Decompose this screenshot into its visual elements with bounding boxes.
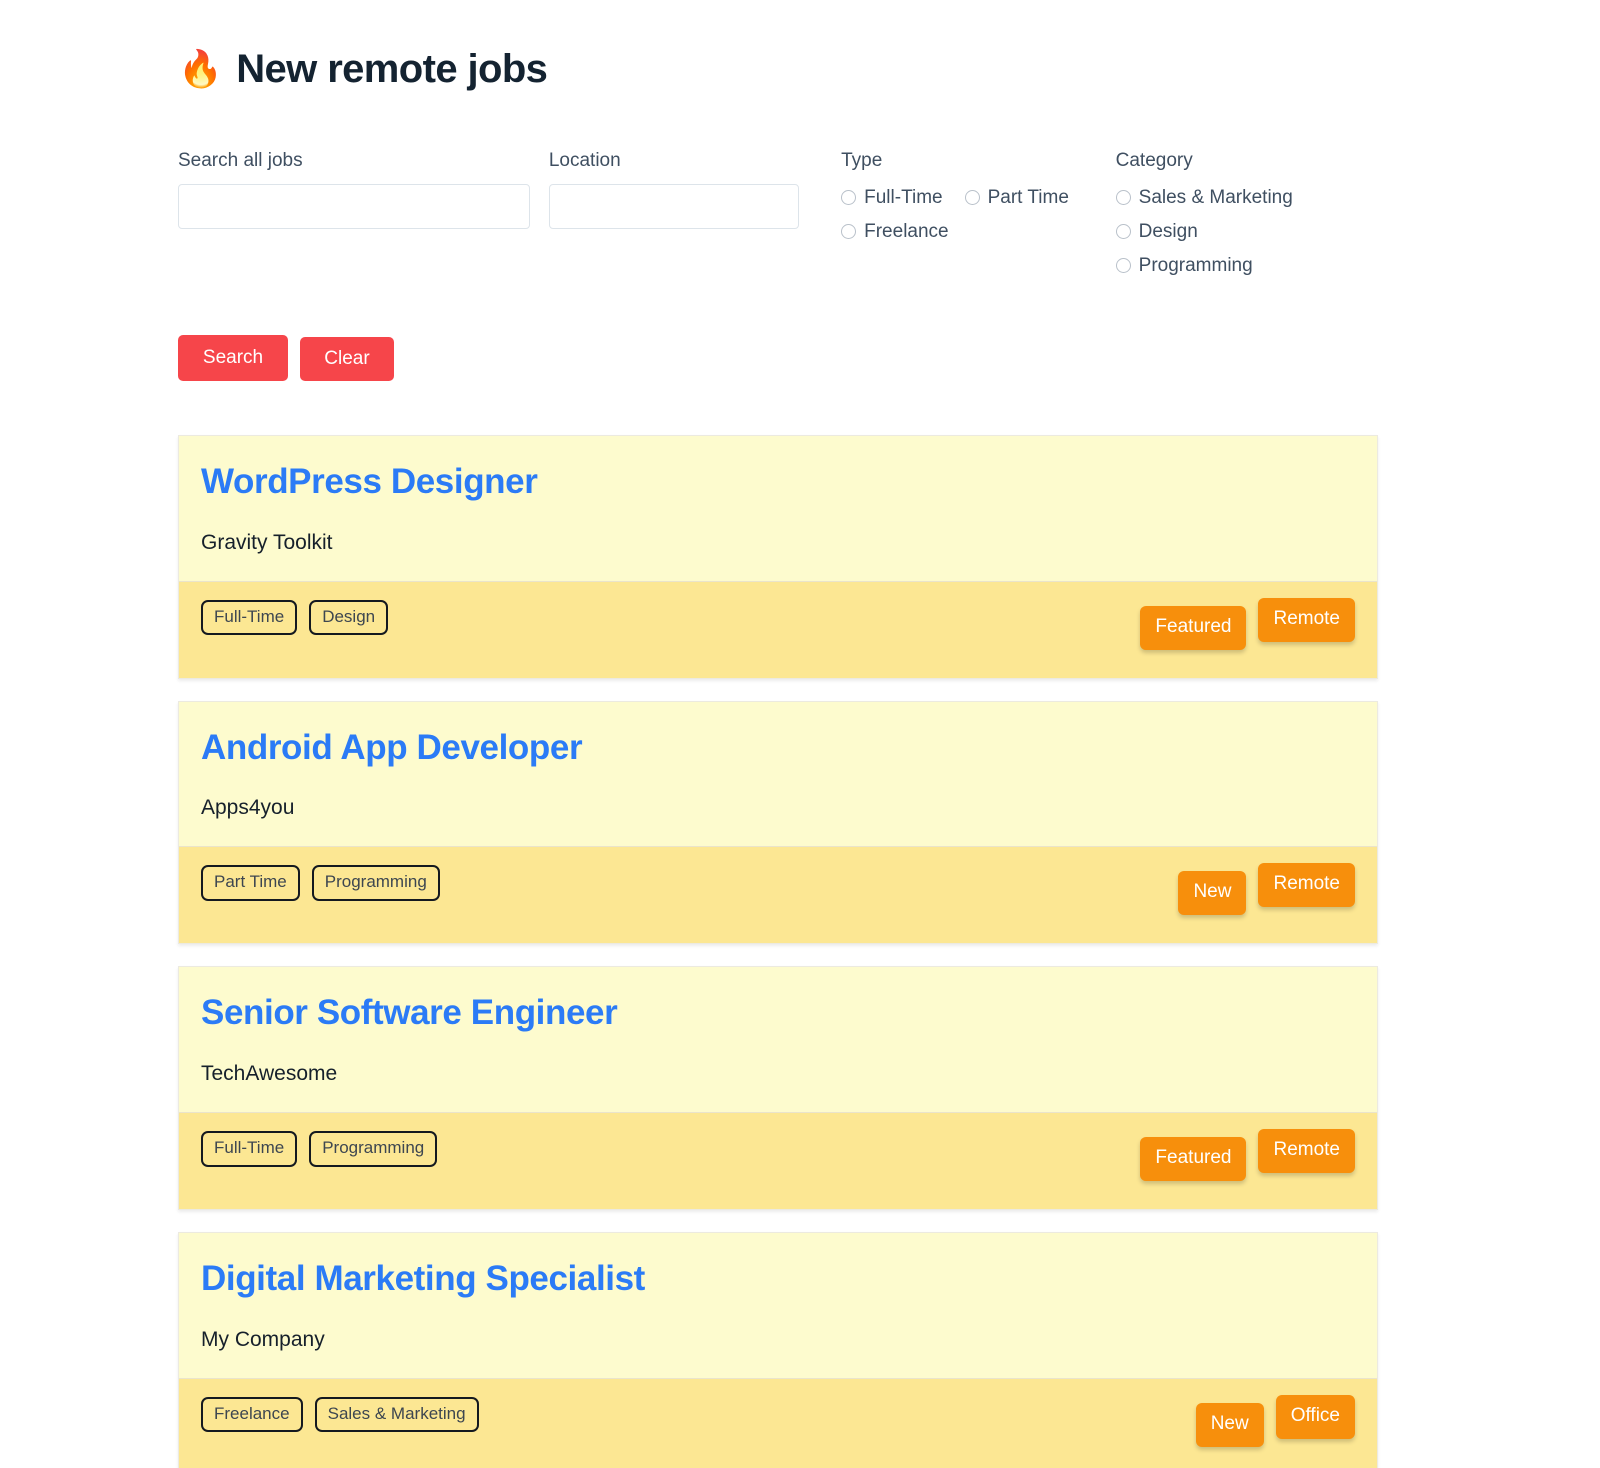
job-badge[interactable]: Remote — [1258, 1129, 1355, 1173]
radio-label: Programming — [1139, 255, 1253, 277]
type-filter-label: Type — [841, 150, 1092, 173]
page-title-text: New remote jobs — [236, 44, 547, 94]
location-input[interactable] — [549, 184, 799, 229]
job-card-footer: Full-Time Programming Featured Remote — [179, 1112, 1377, 1209]
radio-type-part-time[interactable]: Part Time — [965, 181, 1069, 215]
job-card-footer: Part Time Programming New Remote — [179, 846, 1377, 943]
job-tag[interactable]: Freelance — [201, 1397, 303, 1432]
job-badge[interactable]: Office — [1276, 1395, 1355, 1439]
type-radio-rows: Full-Time Part Time Freelance — [841, 181, 1092, 249]
job-tag[interactable]: Full-Time — [201, 1131, 297, 1166]
job-tag[interactable]: Sales & Marketing — [315, 1397, 479, 1432]
search-button[interactable]: Search — [178, 335, 288, 381]
job-badge[interactable]: Remote — [1258, 598, 1355, 642]
radio-circle-icon — [841, 190, 856, 205]
job-tag[interactable]: Part Time — [201, 865, 300, 900]
job-tag[interactable]: Programming — [312, 865, 440, 900]
job-tag[interactable]: Design — [309, 600, 388, 635]
form-actions: Search Clear — [178, 335, 1378, 381]
job-card[interactable]: Android App Developer Apps4you Part Time… — [178, 701, 1378, 945]
job-card[interactable]: Senior Software Engineer TechAwesome Ful… — [178, 966, 1378, 1210]
job-tags: Freelance Sales & Marketing — [201, 1395, 479, 1432]
radio-label: Full-Time — [864, 187, 942, 209]
job-card-header: Senior Software Engineer TechAwesome — [179, 967, 1377, 1112]
radio-category-programming[interactable]: Programming — [1116, 249, 1378, 283]
job-title-link[interactable]: Digital Marketing Specialist — [201, 1257, 645, 1301]
category-filter-group: Category Sales & Marketing Design Progra… — [1092, 150, 1378, 283]
radio-category-sales-marketing[interactable]: Sales & Marketing — [1116, 181, 1378, 215]
radio-circle-icon — [1116, 224, 1131, 239]
job-company: Gravity Toolkit — [201, 530, 1355, 555]
radio-label: Freelance — [864, 221, 949, 243]
job-badge[interactable]: Featured — [1140, 606, 1246, 650]
radio-category-design[interactable]: Design — [1116, 215, 1378, 249]
job-tag[interactable]: Full-Time — [201, 600, 297, 635]
search-input-label: Search all jobs — [178, 150, 549, 173]
job-title-link[interactable]: Android App Developer — [201, 726, 582, 770]
job-tag[interactable]: Programming — [309, 1131, 437, 1166]
job-board-page: 🔥 New remote jobs Search all jobs Locati… — [0, 0, 1600, 1468]
job-tags: Part Time Programming — [201, 863, 440, 900]
job-badge[interactable]: New — [1196, 1403, 1264, 1447]
radio-label: Design — [1139, 221, 1198, 243]
radio-circle-icon — [841, 224, 856, 239]
radio-label: Part Time — [988, 187, 1069, 209]
job-company: My Company — [201, 1327, 1355, 1352]
radio-type-freelance[interactable]: Freelance — [841, 215, 1092, 249]
job-list: WordPress Designer Gravity Toolkit Full-… — [178, 435, 1378, 1468]
job-card-header: Digital Marketing Specialist My Company — [179, 1233, 1377, 1378]
job-tags: Full-Time Design — [201, 598, 388, 635]
job-tags: Full-Time Programming — [201, 1129, 437, 1166]
radio-circle-icon — [965, 190, 980, 205]
job-card[interactable]: Digital Marketing Specialist My Company … — [178, 1232, 1378, 1468]
radio-circle-icon — [1116, 258, 1131, 273]
category-filter-label: Category — [1116, 150, 1378, 173]
job-badges: New Office — [1196, 1395, 1355, 1447]
radio-circle-icon — [1116, 190, 1131, 205]
job-card-footer: Full-Time Design Featured Remote — [179, 581, 1377, 678]
job-card[interactable]: WordPress Designer Gravity Toolkit Full-… — [178, 435, 1378, 679]
keyword-field-group: Search all jobs — [178, 150, 549, 229]
job-badges: Featured Remote — [1140, 1129, 1355, 1181]
job-card-header: WordPress Designer Gravity Toolkit — [179, 436, 1377, 581]
job-title-link[interactable]: Senior Software Engineer — [201, 991, 617, 1035]
radio-type-full-time[interactable]: Full-Time — [841, 181, 942, 215]
job-badges: New Remote — [1178, 863, 1355, 915]
job-title-link[interactable]: WordPress Designer — [201, 460, 537, 504]
job-company: Apps4you — [201, 795, 1355, 820]
page-title: 🔥 New remote jobs — [178, 44, 1378, 94]
clear-button[interactable]: Clear — [300, 337, 394, 381]
job-badge[interactable]: Featured — [1140, 1137, 1246, 1181]
job-badges: Featured Remote — [1140, 598, 1355, 650]
job-company: TechAwesome — [201, 1061, 1355, 1086]
job-badge[interactable]: New — [1178, 871, 1246, 915]
search-filters: Search all jobs Location Type Full-Time … — [178, 150, 1378, 283]
fire-icon: 🔥 — [178, 51, 222, 87]
location-field-group: Location — [549, 150, 817, 229]
type-filter-group: Type Full-Time Part Time Freelance — [817, 150, 1092, 249]
job-card-header: Android App Developer Apps4you — [179, 702, 1377, 847]
page-content: 🔥 New remote jobs Search all jobs Locati… — [178, 0, 1378, 1468]
job-badge[interactable]: Remote — [1258, 863, 1355, 907]
job-card-footer: Freelance Sales & Marketing New Office — [179, 1378, 1377, 1468]
radio-label: Sales & Marketing — [1139, 187, 1293, 209]
search-input[interactable] — [178, 184, 530, 229]
category-radio-rows: Sales & Marketing Design Programming — [1116, 181, 1378, 283]
location-input-label: Location — [549, 150, 817, 173]
